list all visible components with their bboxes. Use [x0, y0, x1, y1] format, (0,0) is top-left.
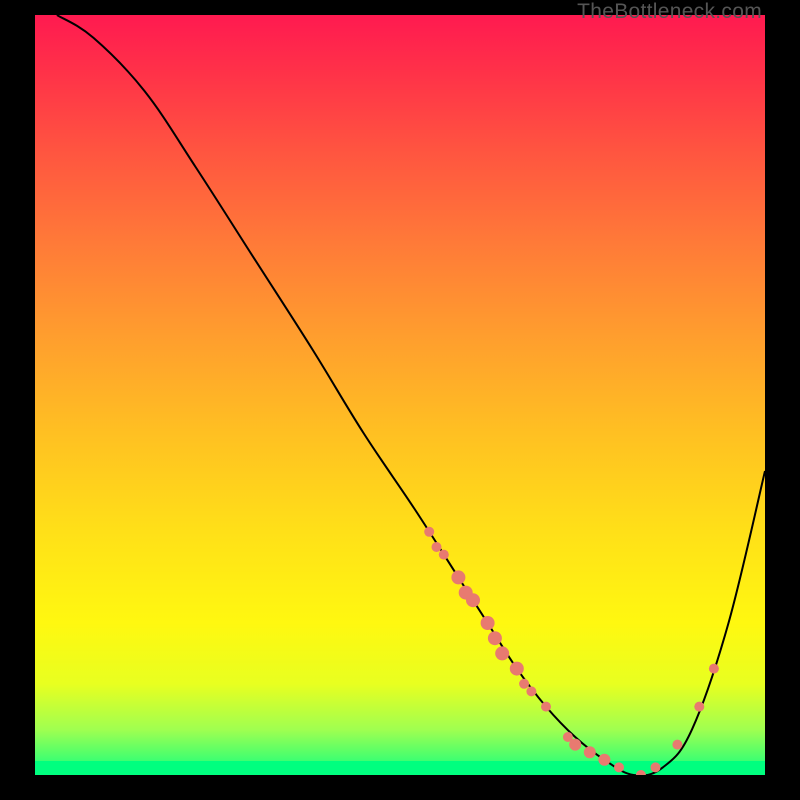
scatter-dot: [495, 646, 509, 660]
scatter-dot: [510, 662, 524, 676]
scatter-dot: [439, 550, 449, 560]
chart-svg: [35, 15, 765, 775]
scatter-dot: [526, 686, 536, 696]
scatter-dot: [584, 746, 596, 758]
scatter-dot: [614, 762, 624, 772]
scatter-dots-group: [424, 527, 719, 775]
scatter-dot: [432, 542, 442, 552]
watermark-text: TheBottleneck.com: [577, 0, 762, 24]
scatter-dot: [569, 739, 581, 751]
scatter-dot: [598, 754, 610, 766]
scatter-dot: [651, 762, 661, 772]
scatter-dot: [519, 679, 529, 689]
scatter-dot: [424, 527, 434, 537]
scatter-dot: [466, 593, 480, 607]
scatter-dot: [694, 702, 704, 712]
bottleneck-curve-line: [57, 15, 765, 775]
scatter-dot: [541, 702, 551, 712]
scatter-dot: [672, 740, 682, 750]
scatter-dot: [488, 631, 502, 645]
scatter-dot: [481, 616, 495, 630]
scatter-dot: [451, 570, 465, 584]
scatter-dot: [636, 770, 646, 775]
chart-container: [35, 15, 765, 775]
scatter-dot: [709, 664, 719, 674]
